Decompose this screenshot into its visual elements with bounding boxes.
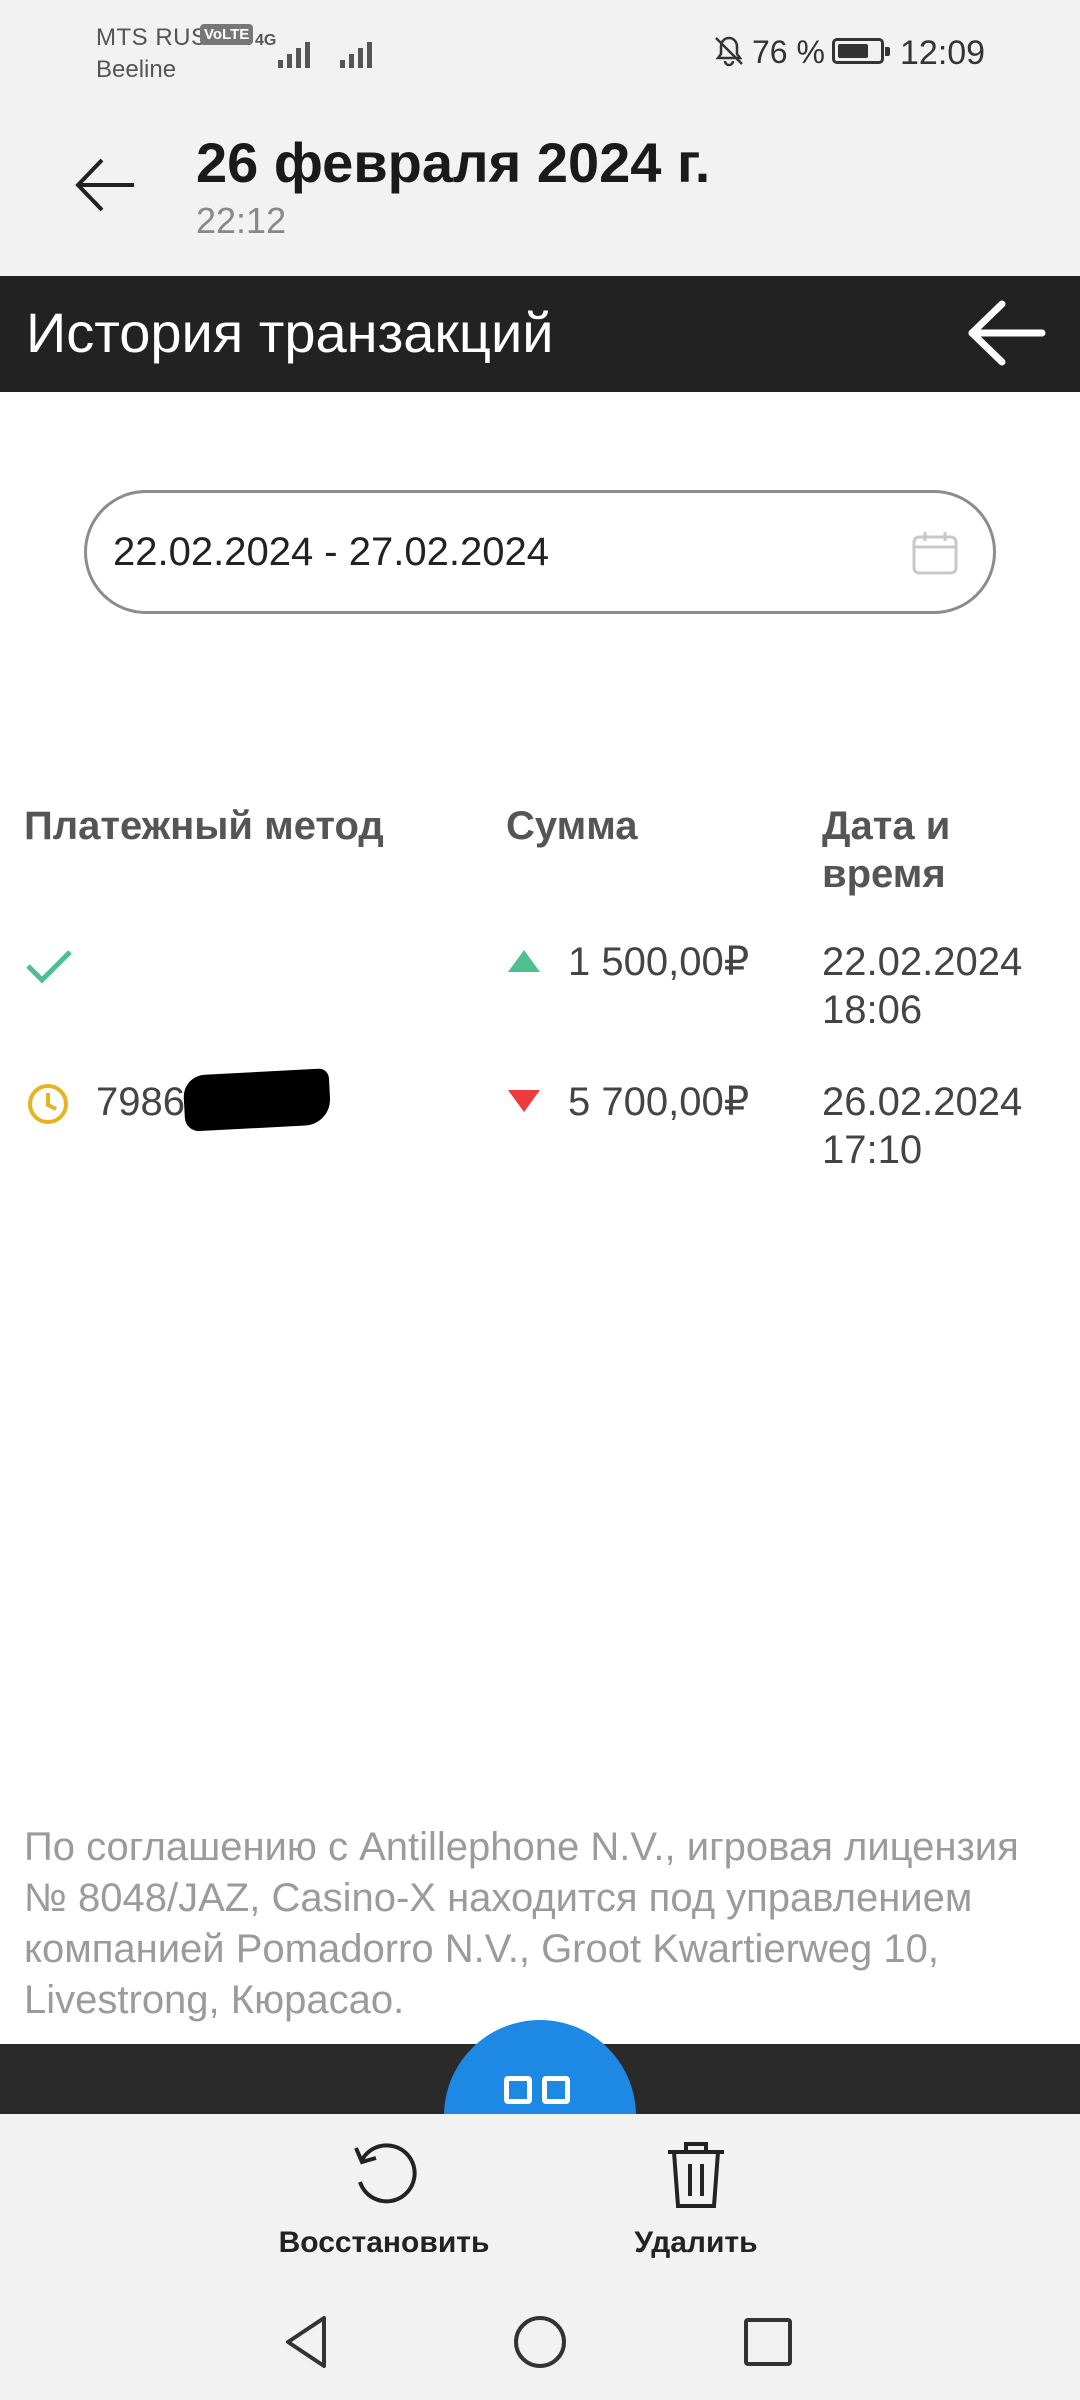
row1-date: 22.02.2024	[822, 940, 1023, 984]
battery-icon	[832, 38, 890, 64]
date-range-picker[interactable]: 22.02.2024 - 27.02.2024	[84, 490, 996, 614]
check-icon	[26, 950, 72, 984]
row2-time: 17:10	[822, 1128, 923, 1172]
bell-off-icon	[715, 36, 743, 67]
photo-time: 22:12	[196, 200, 287, 241]
clock-icon	[28, 1084, 68, 1124]
delete-button[interactable]: Удалить	[586, 2138, 806, 2260]
carrier-name-1: MTS RUS	[96, 24, 208, 51]
row1-time: 18:06	[822, 988, 923, 1032]
nav-home-icon[interactable]	[508, 2310, 572, 2374]
nav-recents-icon[interactable]	[736, 2310, 800, 2374]
column-header-method: Платежный метод	[24, 804, 384, 848]
signal-strength-icon	[278, 36, 310, 68]
system-nav-bar	[0, 2286, 1080, 2400]
signal-strength-icon-2	[340, 36, 372, 68]
gallery-top-area: MTS RUS VoLTE 4G Beeline 76 % 12:09 26 ф…	[0, 0, 1080, 276]
carrier-name-2: Beeline	[96, 56, 177, 83]
restore-icon	[354, 2143, 417, 2204]
back-arrow-icon[interactable]	[70, 150, 140, 220]
column-header-amount: Сумма	[506, 804, 638, 848]
photo-date-title: 26 февраля 2024 г.	[196, 131, 711, 194]
status-clock: 12:09	[900, 34, 986, 72]
arrow-down-icon	[508, 1090, 540, 1112]
date-range-value: 22.02.2024 - 27.02.2024	[113, 530, 549, 574]
restore-button[interactable]: Восстановить	[274, 2138, 494, 2260]
row1-amount: 1 500,00₽	[568, 940, 750, 984]
redaction-mark	[182, 1068, 332, 1132]
row2-date: 26.02.2024	[822, 1080, 1023, 1124]
volte-badge: VoLTE	[200, 24, 254, 45]
back-arrow-icon-white[interactable]	[966, 296, 1046, 370]
license-footer: По соглашению с Antillephone N.V., игров…	[24, 1825, 1019, 2022]
row2-amount: 5 700,00₽	[568, 1080, 750, 1124]
network-type: 4G	[255, 32, 277, 49]
page-title: История транзакций	[26, 301, 554, 364]
calendar-icon[interactable]	[911, 529, 959, 577]
battery-percent: 76 %	[752, 34, 825, 70]
battery-fill	[838, 44, 868, 58]
grid-icon	[504, 2076, 570, 2104]
trash-icon	[668, 2142, 724, 2208]
nav-back-icon[interactable]	[276, 2310, 340, 2374]
delete-label: Удалить	[634, 2226, 758, 2259]
restore-label: Восстановить	[278, 2226, 490, 2259]
column-header-datetime: Дата и время	[822, 804, 951, 896]
arrow-up-icon	[508, 950, 540, 972]
status-bar: MTS RUS VoLTE 4G Beeline 76 % 12:09	[0, 0, 1080, 100]
app-header: История транзакций	[0, 276, 1080, 392]
